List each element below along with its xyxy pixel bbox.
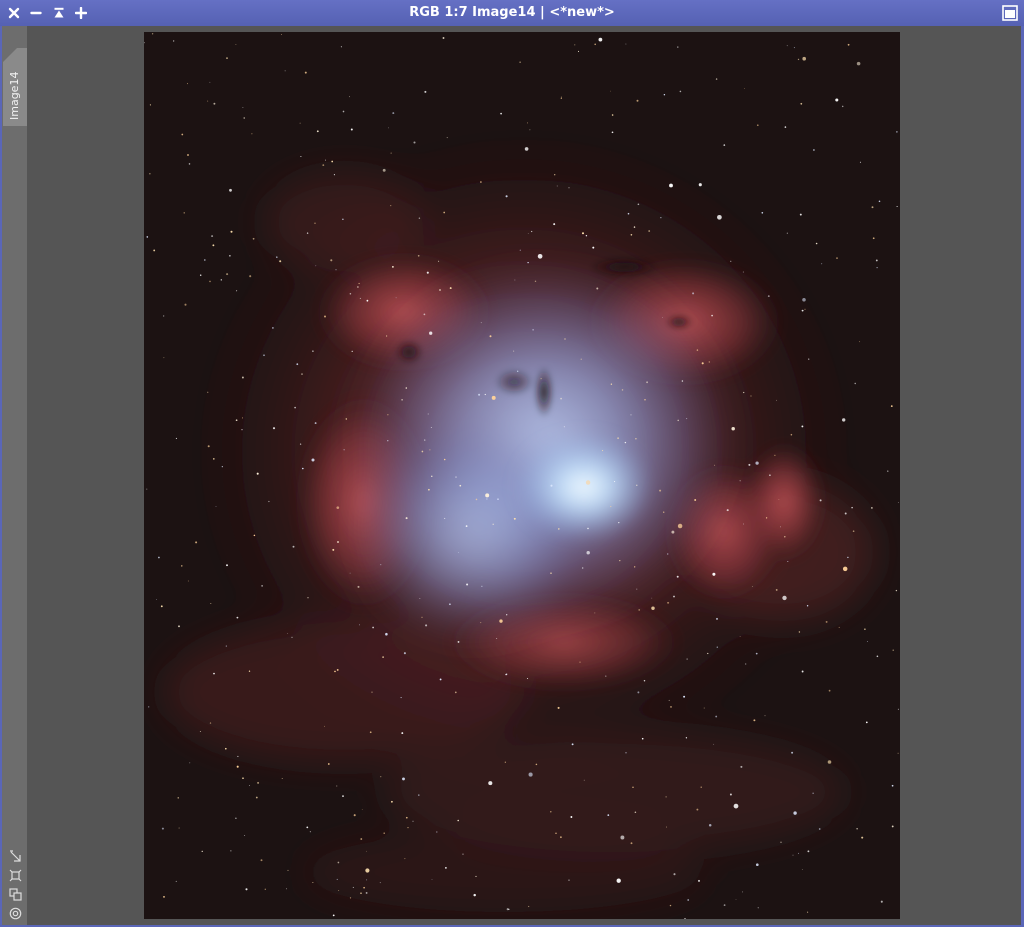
- view-sidebar: Image14: [2, 26, 27, 925]
- minimize-icon[interactable]: [27, 4, 45, 22]
- plus-icon[interactable]: [72, 4, 90, 22]
- close-icon[interactable]: [5, 4, 23, 22]
- target-icon[interactable]: [7, 905, 23, 921]
- sidebar-tools: [7, 845, 23, 921]
- title-bar[interactable]: RGB 1:7 Image14 | <*new*>: [0, 0, 1024, 26]
- shade-icon[interactable]: [50, 4, 68, 22]
- clone-icon[interactable]: [7, 886, 23, 902]
- window-title: RGB 1:7 Image14 | <*new*>: [409, 5, 615, 20]
- nebula-photo: [144, 32, 900, 919]
- fit-view-icon[interactable]: [7, 848, 23, 864]
- image-viewport[interactable]: [27, 26, 1021, 925]
- zoom-to-fit-icon[interactable]: [7, 867, 23, 883]
- maximize-icon[interactable]: [1002, 5, 1018, 21]
- tab-label: Image14: [8, 71, 21, 120]
- tab-image14[interactable]: Image14: [3, 48, 27, 126]
- nebula-image[interactable]: [144, 32, 900, 919]
- image-window: RGB 1:7 Image14 | <*new*> Image14: [0, 0, 1024, 927]
